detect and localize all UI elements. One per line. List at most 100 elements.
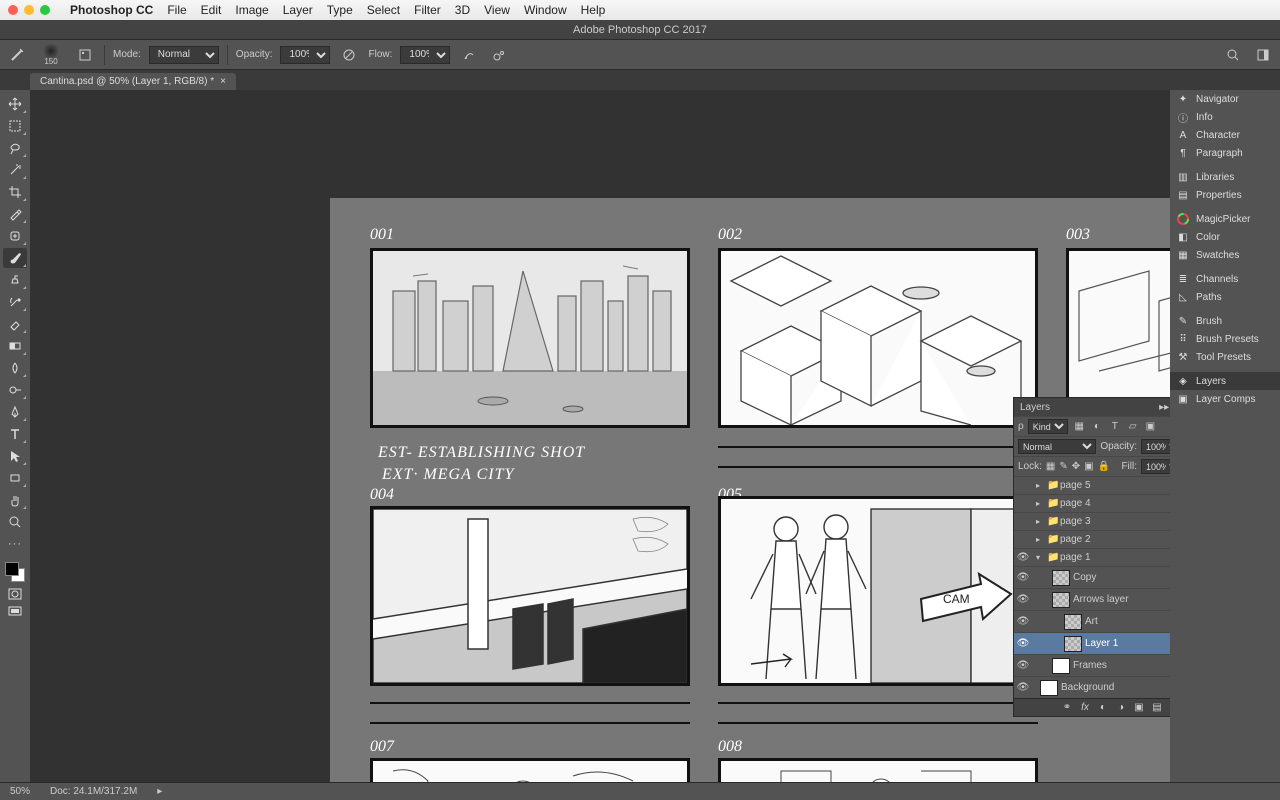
layer-thumbnail[interactable]: [1052, 592, 1070, 608]
chevron-icon[interactable]: ▸: [1036, 535, 1044, 544]
menu-type[interactable]: Type: [327, 3, 353, 17]
layer-thumbnail[interactable]: [1052, 658, 1070, 674]
brush-panel-toggle[interactable]: [74, 44, 96, 66]
document-tab[interactable]: Cantina.psd @ 50% (Layer 1, RGB/8) * ×: [30, 73, 236, 90]
close-window-icon[interactable]: [8, 5, 18, 15]
layer-name[interactable]: Background: [1061, 682, 1170, 693]
magic-wand-tool[interactable]: [3, 160, 27, 180]
collapse-panel-icon[interactable]: ▸▸: [1159, 402, 1169, 413]
menu-image[interactable]: Image: [235, 3, 268, 17]
zoom-tool[interactable]: [3, 512, 27, 532]
canvas-area[interactable]: 001 EST- ESTABLISH: [30, 90, 1170, 782]
visibility-icon[interactable]: 👁: [1016, 616, 1030, 627]
layer-name[interactable]: page 1: [1060, 552, 1170, 563]
tool-preset-picker[interactable]: [6, 44, 28, 66]
layer-name[interactable]: page 4: [1060, 498, 1170, 509]
visibility-icon[interactable]: 👁: [1016, 552, 1030, 563]
pen-tool[interactable]: [3, 402, 27, 422]
window-controls[interactable]: [8, 5, 50, 15]
layer-group-row[interactable]: ▸📁page 4: [1014, 494, 1170, 512]
opacity-select[interactable]: 100%: [280, 46, 330, 64]
visibility-icon[interactable]: 👁: [1016, 682, 1030, 693]
layer-name[interactable]: Arrows layer: [1073, 594, 1170, 605]
layer-row[interactable]: 👁Arrows layer: [1014, 588, 1170, 610]
zoom-window-icon[interactable]: [40, 5, 50, 15]
layer-group-row[interactable]: ▸📁page 2: [1014, 530, 1170, 548]
panel-brush[interactable]: ✎Brush: [1170, 312, 1280, 330]
panel-channels[interactable]: ≣Channels: [1170, 270, 1280, 288]
lasso-tool[interactable]: [3, 138, 27, 158]
panel-swatches[interactable]: ▦Swatches: [1170, 246, 1280, 264]
chevron-icon[interactable]: ▸: [1036, 517, 1044, 526]
layer-name[interactable]: Layer 1: [1085, 638, 1170, 649]
airbrush-icon[interactable]: [458, 44, 480, 66]
menu-file[interactable]: File: [167, 3, 186, 17]
blend-mode-select[interactable]: Normal: [149, 46, 219, 64]
lock-transparent-icon[interactable]: ▦: [1046, 461, 1055, 472]
link-layers-icon[interactable]: ⚭: [1061, 702, 1073, 713]
layer-fill-select[interactable]: 100%: [1141, 459, 1170, 474]
panel-color[interactable]: ◧Color: [1170, 228, 1280, 246]
lock-all-icon[interactable]: 🔒: [1098, 461, 1110, 472]
lock-position-icon[interactable]: ✥: [1072, 461, 1080, 472]
marquee-tool[interactable]: [3, 116, 27, 136]
visibility-icon[interactable]: 👁: [1016, 572, 1030, 583]
filter-smart-icon[interactable]: ▣: [1144, 420, 1157, 433]
layer-row[interactable]: 👁 Copy: [1014, 566, 1170, 588]
move-tool[interactable]: [3, 94, 27, 114]
panel-layers[interactable]: ◈Layers: [1170, 372, 1280, 390]
layer-name[interactable]: page 5: [1060, 480, 1170, 491]
panel-paths[interactable]: ◺Paths: [1170, 288, 1280, 306]
menu-3d[interactable]: 3D: [455, 3, 470, 17]
zoom-level[interactable]: 50%: [10, 786, 30, 797]
close-tab-icon[interactable]: ×: [220, 76, 226, 87]
filter-pixel-icon[interactable]: ▦: [1073, 420, 1086, 433]
layer-row[interactable]: 👁 Layer 1: [1014, 632, 1170, 654]
layer-mask-icon[interactable]: ◐: [1097, 702, 1109, 713]
quick-mask-icon[interactable]: [3, 586, 27, 602]
layer-group-row[interactable]: ▸📁page 5: [1014, 476, 1170, 494]
layer-row[interactable]: 👁Frames🔒: [1014, 654, 1170, 676]
menu-layer[interactable]: Layer: [283, 3, 313, 17]
screen-mode-icon[interactable]: [3, 604, 27, 620]
layer-name[interactable]: Copy: [1073, 572, 1170, 583]
pressure-size-icon[interactable]: [488, 44, 510, 66]
panel-properties[interactable]: ▤Properties: [1170, 186, 1280, 204]
healing-brush-tool[interactable]: [3, 226, 27, 246]
panel-tool-presets[interactable]: ⚒Tool Presets: [1170, 348, 1280, 366]
visibility-icon[interactable]: 👁: [1016, 660, 1030, 671]
menu-edit[interactable]: Edit: [201, 3, 222, 17]
menu-filter[interactable]: Filter: [414, 3, 441, 17]
layer-group-row[interactable]: 👁▾📁page 1: [1014, 548, 1170, 566]
filter-kind-select[interactable]: Kind: [1028, 419, 1068, 434]
doc-size[interactable]: Doc: 24.1M/317.2M: [50, 786, 137, 797]
brush-tool[interactable]: [3, 248, 27, 268]
layer-thumbnail[interactable]: [1064, 636, 1082, 652]
chevron-icon[interactable]: ▸: [1036, 499, 1044, 508]
eraser-tool[interactable]: [3, 314, 27, 334]
panel-brush-presets[interactable]: ⠿Brush Presets: [1170, 330, 1280, 348]
layer-opacity-select[interactable]: 100%: [1141, 439, 1170, 454]
clone-stamp-tool[interactable]: [3, 270, 27, 290]
layer-thumbnail[interactable]: [1040, 680, 1058, 696]
blur-tool[interactable]: [3, 358, 27, 378]
lock-artboard-icon[interactable]: ▣: [1084, 461, 1093, 472]
workspace-switcher-icon[interactable]: [1252, 44, 1274, 66]
new-group-icon[interactable]: ▣: [1133, 702, 1145, 713]
layer-filter-icons[interactable]: ▦ ◐ T ▱ ▣: [1072, 420, 1158, 433]
rectangle-tool[interactable]: [3, 468, 27, 488]
panel-layer-comps[interactable]: ▣Layer Comps: [1170, 390, 1280, 408]
layer-name[interactable]: Frames: [1073, 660, 1170, 671]
visibility-icon[interactable]: 👁: [1016, 638, 1030, 649]
panel-navigator[interactable]: ✦Navigator: [1170, 90, 1280, 108]
layer-name[interactable]: page 2: [1060, 534, 1170, 545]
menu-view[interactable]: View: [484, 3, 510, 17]
search-icon[interactable]: [1222, 44, 1244, 66]
menu-window[interactable]: Window: [524, 3, 567, 17]
layer-name[interactable]: Art: [1085, 616, 1170, 627]
minimize-window-icon[interactable]: [24, 5, 34, 15]
chevron-icon[interactable]: ▸: [1036, 481, 1044, 490]
filter-shape-icon[interactable]: ▱: [1126, 420, 1139, 433]
foreground-color[interactable]: [5, 562, 19, 576]
brush-preview[interactable]: 150: [36, 44, 66, 66]
